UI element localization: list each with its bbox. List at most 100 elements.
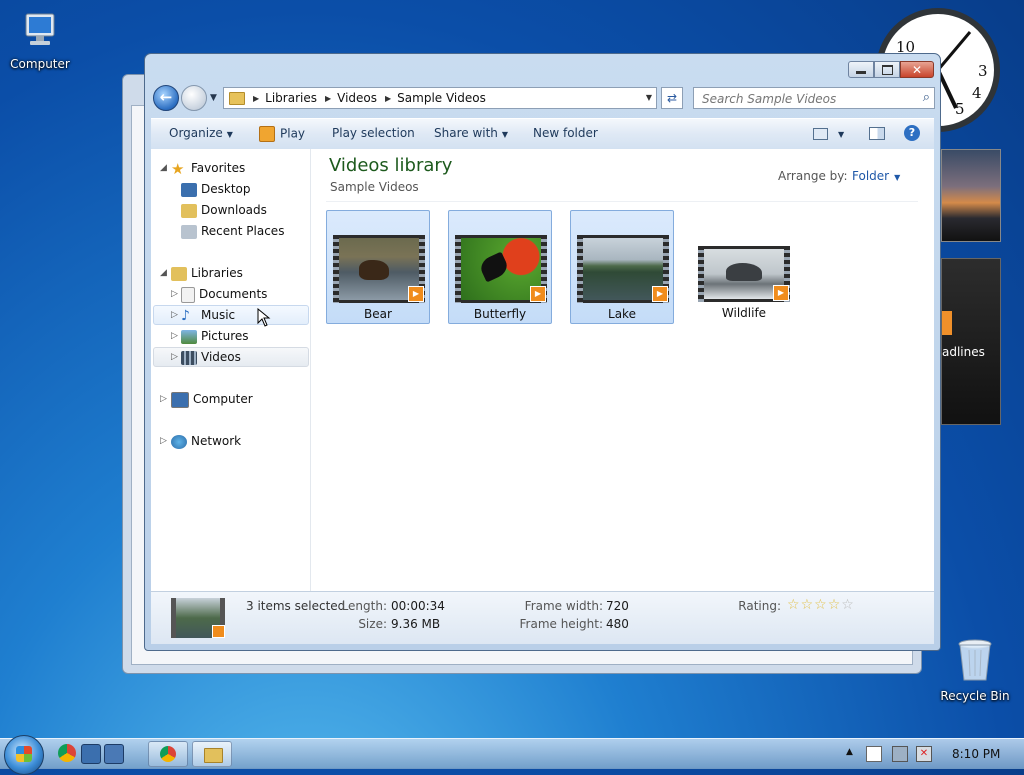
computer-icon [25, 13, 55, 45]
star-icon[interactable]: ☆ [828, 597, 842, 613]
forward-button[interactable] [181, 85, 207, 111]
header-divider [326, 201, 918, 202]
nav-item-downloads[interactable]: Downloads [181, 200, 267, 220]
nav-item-favorites[interactable]: ★ Favorites [171, 158, 245, 178]
file-name: Bear [364, 307, 392, 321]
nav-item-label: Videos [201, 350, 241, 364]
start-button[interactable] [4, 735, 44, 775]
arrange-by-dropdown[interactable]: Folder ▼ [852, 169, 900, 183]
explorer-window[interactable]: ✕ ← ▼ ▶ Libraries ▶ Videos ▶ Sample Vide… [144, 53, 941, 651]
address-bar[interactable]: ▶ Libraries ▶ Videos ▶ Sample Videos ▼ [223, 87, 657, 109]
expand-arrow-icon[interactable]: ◢ [160, 163, 167, 173]
slideshow-gadget[interactable] [941, 149, 1001, 242]
organize-button[interactable]: Organize ▼ [169, 126, 233, 140]
breadcrumb-arrow-icon[interactable]: ▶ [325, 94, 331, 103]
breadcrumb-sample-videos[interactable]: Sample Videos [397, 91, 486, 105]
windows-logo-icon [16, 746, 32, 762]
length-value: 00:00:34 [391, 599, 445, 613]
back-button[interactable]: ← [153, 85, 179, 111]
chevron-down-icon: ▼ [894, 173, 901, 182]
chevron-down-icon: ▼ [501, 130, 509, 139]
expand-arrow-icon[interactable]: ▷ [160, 436, 167, 446]
star-icon[interactable]: ☆ [801, 597, 815, 613]
selection-count: 3 items selected [246, 599, 346, 613]
share-with-label: Share with [434, 126, 498, 140]
rating-stars[interactable]: ☆☆☆☆☆ [787, 597, 855, 613]
breadcrumb-arrow-icon[interactable]: ▶ [253, 94, 259, 103]
nav-item-label: Libraries [191, 266, 243, 280]
navigation-pane[interactable]: ◢ ★ Favorites Desktop Downloads Recent Pl… [151, 149, 311, 592]
nav-item-desktop[interactable]: Desktop [181, 179, 251, 199]
feed-headlines-gadget[interactable]: adlines [941, 258, 1001, 425]
thumbnail-image [461, 238, 541, 300]
show-hidden-icons-button[interactable]: ▲ [846, 747, 853, 757]
desktop-icon-label: Recycle Bin [940, 689, 1010, 703]
refresh-button[interactable]: ⇄ [661, 87, 683, 109]
nav-item-libraries[interactable]: Libraries [171, 263, 243, 283]
nav-item-pictures[interactable]: Pictures [181, 326, 249, 346]
expand-arrow-icon[interactable]: ▷ [171, 289, 178, 299]
close-button[interactable]: ✕ [900, 61, 934, 78]
volume-muted-icon[interactable]: ✕ [916, 746, 932, 762]
show-desktop-quicklaunch-icon[interactable] [81, 744, 101, 764]
nav-item-documents[interactable]: Documents [181, 284, 267, 304]
address-dropdown-icon[interactable]: ▼ [646, 93, 652, 102]
search-input[interactable] [700, 89, 914, 109]
expand-arrow-icon[interactable]: ▷ [171, 331, 178, 341]
file-tile-bear[interactable]: ▶ Bear [326, 210, 430, 324]
nav-item-computer[interactable]: Computer [171, 389, 253, 409]
play-button[interactable]: Play [259, 126, 305, 142]
back-arrow-icon: ← [159, 88, 173, 106]
search-box[interactable]: ⌕ [693, 87, 935, 109]
expand-arrow-icon[interactable]: ◢ [160, 268, 167, 278]
nav-item-label: Recent Places [201, 224, 285, 238]
chrome-quicklaunch-icon[interactable] [58, 744, 76, 762]
file-tile-wildlife[interactable]: ▶ Wildlife [692, 210, 796, 324]
expand-arrow-icon[interactable]: ▷ [171, 310, 178, 320]
star-icon[interactable]: ☆ [841, 597, 855, 613]
help-button[interactable]: ? [904, 125, 920, 141]
new-folder-button[interactable]: New folder [533, 126, 598, 140]
feed-title: adlines [942, 345, 985, 359]
file-tile-butterfly[interactable]: ▶ Butterfly [448, 210, 552, 324]
command-bar: Organize ▼ Play Play selection Share with… [151, 118, 934, 150]
nav-item-label: Network [191, 434, 242, 448]
nav-item-videos[interactable]: Videos [181, 347, 241, 367]
nav-item-network[interactable]: Network [171, 431, 241, 451]
minimize-button[interactable] [848, 61, 874, 78]
change-view-button[interactable]: ▼ [813, 126, 844, 140]
video-thumbnail: ▶ [577, 235, 669, 303]
play-overlay-icon [212, 625, 225, 638]
taskbar-clock[interactable]: 8:10 PM [952, 747, 1000, 761]
switch-windows-quicklaunch-icon[interactable] [104, 744, 124, 764]
frame-width-label: Frame width: [524, 599, 603, 613]
nav-item-music[interactable]: ♪ Music [181, 305, 235, 325]
star-icon[interactable]: ☆ [814, 597, 828, 613]
close-icon: ✕ [911, 62, 923, 77]
preview-pane-button[interactable] [869, 126, 885, 140]
file-name: Wildlife [721, 306, 767, 320]
nav-item-recent-places[interactable]: Recent Places [181, 221, 284, 241]
breadcrumb-libraries[interactable]: Libraries [265, 91, 317, 105]
recycle-bin-icon [958, 639, 992, 681]
play-icon [259, 126, 275, 142]
taskbar-button-explorer[interactable] [192, 741, 232, 767]
expand-arrow-icon[interactable]: ▷ [160, 394, 167, 404]
file-tile-lake[interactable]: ▶ Lake [570, 210, 674, 324]
action-center-icon[interactable] [866, 746, 882, 762]
play-selection-button[interactable]: Play selection [332, 126, 415, 140]
search-icon[interactable]: ⌕ [923, 90, 930, 105]
recent-pages-dropdown[interactable]: ▼ [210, 93, 217, 103]
star-icon[interactable]: ☆ [787, 597, 801, 613]
share-with-button[interactable]: Share with ▼ [434, 126, 508, 140]
taskbar-button-chrome[interactable] [148, 741, 188, 767]
video-thumbnail: ▶ [698, 246, 790, 302]
network-status-icon[interactable] [892, 746, 908, 762]
desktop-icon-computer[interactable]: Computer [0, 8, 80, 71]
desktop-icon-recycle-bin[interactable]: Recycle Bin [935, 636, 1015, 703]
maximize-button[interactable] [874, 61, 900, 78]
breadcrumb-videos[interactable]: Videos [337, 91, 377, 105]
expand-arrow-icon[interactable]: ▷ [171, 352, 178, 362]
breadcrumb-arrow-icon[interactable]: ▶ [385, 94, 391, 103]
libraries-icon [171, 266, 187, 281]
